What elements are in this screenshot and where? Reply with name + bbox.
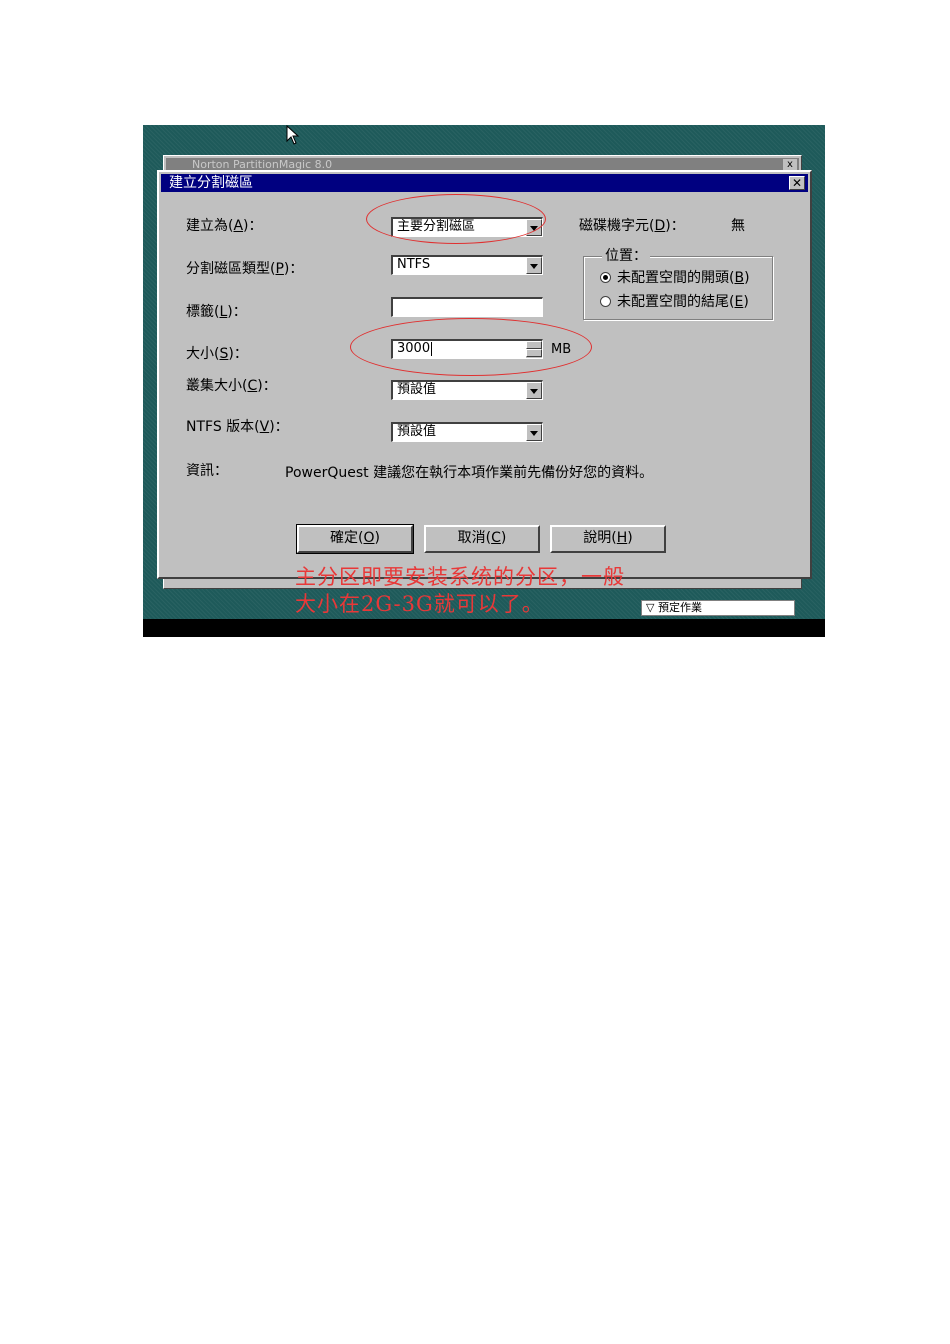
create-partition-dialog: 建立分割磁區 ✕ 建立為(A)： 主要分割磁區 磁碟機字元(D)： 無 分割磁區… [157,170,812,579]
cluster-size-select[interactable]: 預設值 [391,380,543,400]
close-icon[interactable]: ✕ [789,176,805,190]
position-group-title: 位置： [602,247,650,265]
help-button[interactable]: 說明(H) [550,525,666,553]
ntfs-version-select[interactable]: 預設值 [391,422,543,442]
dialog-title: 建立分割磁區 [169,175,253,191]
partition-type-select[interactable]: NTFS [391,255,543,275]
background-close-icon[interactable]: x [783,159,797,170]
drive-letter-value: 無 [731,218,745,234]
create-as-label: 建立為(A)： [186,218,263,234]
partition-type-value: NTFS [397,257,431,272]
radio-start-label: 未配置空間的開頭(B) [617,270,750,286]
screenshot-frame: Norton PartitionMagic 8.0 x ▽ 預定作業 建立分割磁… [143,125,825,637]
chevron-down-icon[interactable] [526,257,542,274]
size-unit: MB [551,342,572,357]
ok-button[interactable]: 確定(O) [296,524,414,554]
radio-end-of-unallocated[interactable] [600,296,611,307]
create-as-select[interactable]: 主要分割磁區 [391,217,543,237]
info-text: PowerQuest 建議您在執行本項作業前先備份好您的資料。 [285,465,654,481]
label-field-label: 標籤(L)： [186,304,247,320]
taskbar-strip [143,619,825,637]
create-as-value: 主要分割磁區 [397,219,476,234]
text-caret [431,341,433,356]
drive-letter-label: 磁碟機字元(D)： [579,218,685,234]
annotation-line-2: 大小在2G-3G就可以了。 [295,592,544,616]
dialog-titlebar: 建立分割磁區 ✕ [161,174,808,192]
ntfs-version-value: 預設值 [397,424,437,439]
size-stepper[interactable] [526,341,542,358]
cluster-size-value: 預設值 [397,382,437,397]
info-label: 資訊： [186,463,228,479]
partition-type-label: 分割磁區類型(P)： [186,261,304,277]
chevron-down-icon[interactable] [526,382,542,399]
spin-up-icon[interactable] [526,341,542,349]
size-label: 大小(S)： [186,346,248,362]
annotation-line-1: 主分区即要安装系统的分区，一般 [295,565,625,589]
chevron-down-icon[interactable] [526,424,542,441]
radio-start-of-unallocated[interactable] [600,272,611,283]
mouse-cursor-icon [286,125,300,145]
cancel-button[interactable]: 取消(C) [424,525,540,553]
cluster-size-label: 叢集大小(C)： [186,378,277,394]
spin-down-icon[interactable] [526,349,542,357]
radio-end-label: 未配置空間的結尾(E) [617,294,749,310]
size-input[interactable]: 3000 [391,339,543,359]
ntfs-version-label: NTFS 版本(V)： [186,419,289,435]
label-input[interactable] [391,297,543,317]
chevron-down-icon[interactable] [526,219,542,236]
pending-operations-label[interactable]: ▽ 預定作業 [641,600,795,616]
position-group: 位置： 未配置空間的開頭(B) 未配置空間的結尾(E) [583,247,773,320]
size-value: 3000 [397,341,431,356]
